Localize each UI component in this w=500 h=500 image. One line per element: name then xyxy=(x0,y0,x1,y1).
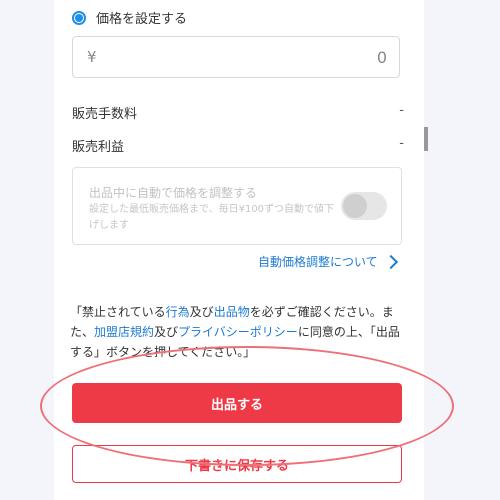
toggle-knob xyxy=(343,194,367,218)
submit-listing-button[interactable]: 出品する xyxy=(72,383,402,423)
terms-notice: 「禁止されている行為及び出品物を必ずご確認ください。また、加盟店規約及びプライバ… xyxy=(70,302,406,362)
radio-selected-icon[interactable] xyxy=(72,10,86,25)
about-link-label: 自動価格調整について xyxy=(258,255,378,269)
radio-dot xyxy=(75,13,83,22)
profit-row: 販売利益 - xyxy=(72,136,404,155)
notice-text-1: 「禁止されている xyxy=(70,305,166,319)
notice-text-2: 及び xyxy=(189,305,214,319)
scrollbar-handle[interactable] xyxy=(424,127,428,151)
prohibited-acts-link[interactable]: 行為 xyxy=(166,305,190,319)
profit-value: - xyxy=(399,136,404,151)
privacy-policy-link[interactable]: プライバシーポリシー xyxy=(178,325,298,339)
commission-row: 販売手数料 - xyxy=(72,103,404,122)
auto-adjust-title: 出品中に自動で価格を調整する xyxy=(89,186,258,200)
price-option-label: 価格を設定する xyxy=(96,12,188,27)
merchant-terms-link[interactable]: 加盟店規約 xyxy=(94,325,154,339)
commission-label: 販売手数料 xyxy=(72,107,138,122)
commission-value: - xyxy=(399,103,404,118)
listing-form-panel: 価格を設定する ¥ 0 販売手数料 - 販売利益 - 出品中に自動で価格を調整す… xyxy=(54,0,424,500)
notice-text-4: 及び xyxy=(154,325,179,339)
prohibited-items-link[interactable]: 出品物 xyxy=(214,305,250,319)
profit-label: 販売利益 xyxy=(72,140,125,155)
price-value[interactable]: 0 xyxy=(377,48,387,67)
price-option-radio[interactable]: 価格を設定する xyxy=(72,8,187,27)
yen-symbol: ¥ xyxy=(87,48,97,66)
price-input[interactable]: ¥ 0 xyxy=(72,36,400,78)
chevron-right-icon xyxy=(383,254,398,269)
save-draft-button[interactable]: 下書きに保存する xyxy=(72,445,402,483)
auto-adjust-toggle[interactable] xyxy=(341,192,387,220)
auto-adjust-about-link[interactable]: 自動価格調整について xyxy=(258,253,398,270)
auto-adjust-description: 設定した最低販売価格まで、毎日¥100ずつ自動で値下げします xyxy=(89,204,335,231)
auto-price-adjust-card: 出品中に自動で価格を調整する 設定した最低販売価格まで、毎日¥100ずつ自動で値… xyxy=(72,167,402,245)
